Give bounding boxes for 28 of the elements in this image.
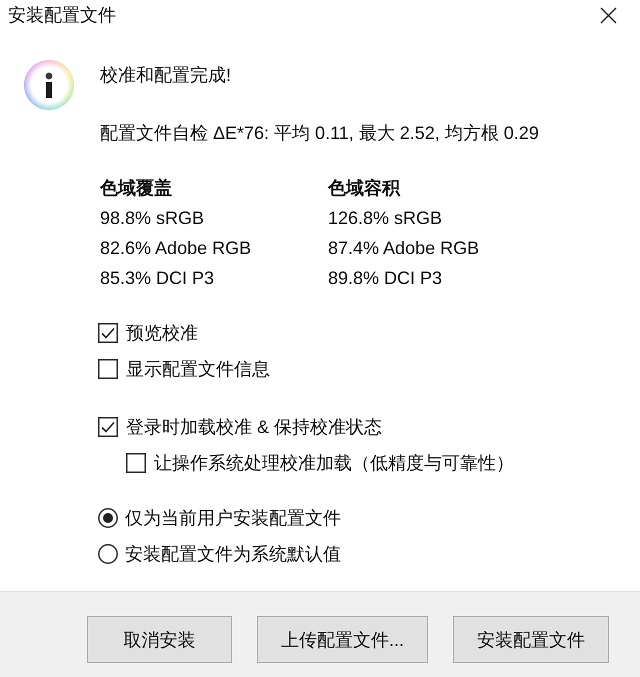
checkbox[interactable] <box>126 453 146 473</box>
dialog-button[interactable]: 上传配置文件... <box>256 616 428 663</box>
checkbox-label[interactable]: 登录时加载校准 & 保持校准状态 <box>126 415 382 439</box>
radio-button[interactable] <box>98 544 118 564</box>
message-heading: 校准和配置完成! <box>100 64 232 87</box>
gamut-heading: 色域覆盖 <box>100 177 172 200</box>
dialog-button[interactable]: 安装配置文件 <box>453 616 609 663</box>
checkbox[interactable] <box>98 359 118 379</box>
gamut-heading: 色域容积 <box>328 177 400 200</box>
gamut-value: 89.8% DCI P3 <box>328 267 442 290</box>
gamut-value: 82.6% Adobe RGB <box>100 237 252 260</box>
radio-label[interactable]: 安装配置文件为系统默认值 <box>125 542 341 566</box>
radio-label[interactable]: 仅为当前用户安装配置文件 <box>125 506 341 530</box>
self-check-text: 配置文件自检 ΔE*76: 平均 0.11, 最大 2.52, 均方根 0.29 <box>100 122 540 145</box>
gamut-value: 98.8% sRGB <box>100 207 204 230</box>
radio-button[interactable] <box>98 508 118 528</box>
gamut-value: 126.8% sRGB <box>328 207 442 230</box>
close-icon[interactable] <box>600 6 617 24</box>
checkbox[interactable] <box>98 323 118 343</box>
gamut-value: 87.4% Adobe RGB <box>328 237 480 260</box>
checkbox[interactable] <box>98 417 118 437</box>
checkbox-label[interactable]: 让操作系统处理校准加载（低精度与可靠性） <box>154 451 514 475</box>
checkbox-label[interactable]: 显示配置文件信息 <box>126 357 270 381</box>
gamut-value: 85.3% DCI P3 <box>100 267 214 290</box>
checkbox-label[interactable]: 预览校准 <box>126 321 198 345</box>
window-title: 安装配置文件 <box>8 4 116 27</box>
dialog-button[interactable]: 取消安装 <box>86 616 232 663</box>
info-icon <box>24 60 74 110</box>
